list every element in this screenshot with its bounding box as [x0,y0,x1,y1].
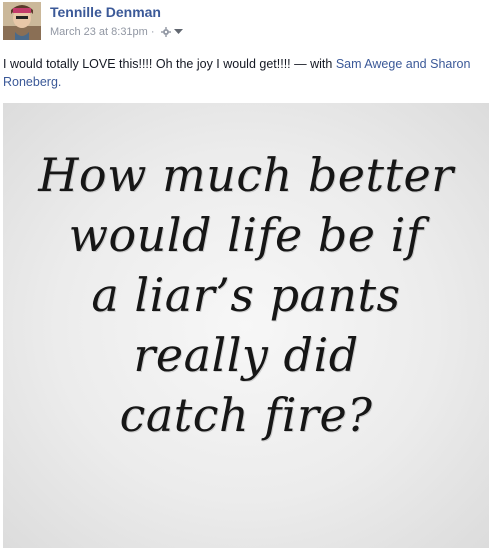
quote-line: would life be if [68,208,424,262]
quote-line: really did [133,328,359,382]
tagged-friend-1[interactable]: Sam Awege [336,57,402,71]
quote-line: a liar’s pants [91,268,401,322]
post-photo[interactable]: How much better would life be if a liar’… [3,103,489,548]
author-name[interactable]: Tennille Denman [50,4,161,20]
end-punctuation: . [57,75,62,89]
quote-line: catch fire? [119,388,373,442]
post-message: I would totally LOVE this!!!! Oh the joy… [3,55,489,91]
post-meta: March 23 at 8:31pm · [50,26,183,38]
chevron-down-icon [173,29,183,34]
timestamp[interactable]: March 23 at 8:31pm [50,26,148,38]
avatar[interactable] [3,2,41,40]
gear-icon [160,27,171,37]
meta-separator: · [150,26,155,38]
quote-line: How much better [38,148,454,202]
photo-quote: How much better would life be if a liar’… [3,145,489,445]
facebook-post: Tennille Denman March 23 at 8:31pm · I w… [0,0,492,548]
profile-photo [3,2,41,40]
message-text: I would totally LOVE this!!!! Oh the joy… [3,57,333,71]
audience-selector[interactable] [160,27,183,37]
tag-conjunction: and [405,57,427,71]
